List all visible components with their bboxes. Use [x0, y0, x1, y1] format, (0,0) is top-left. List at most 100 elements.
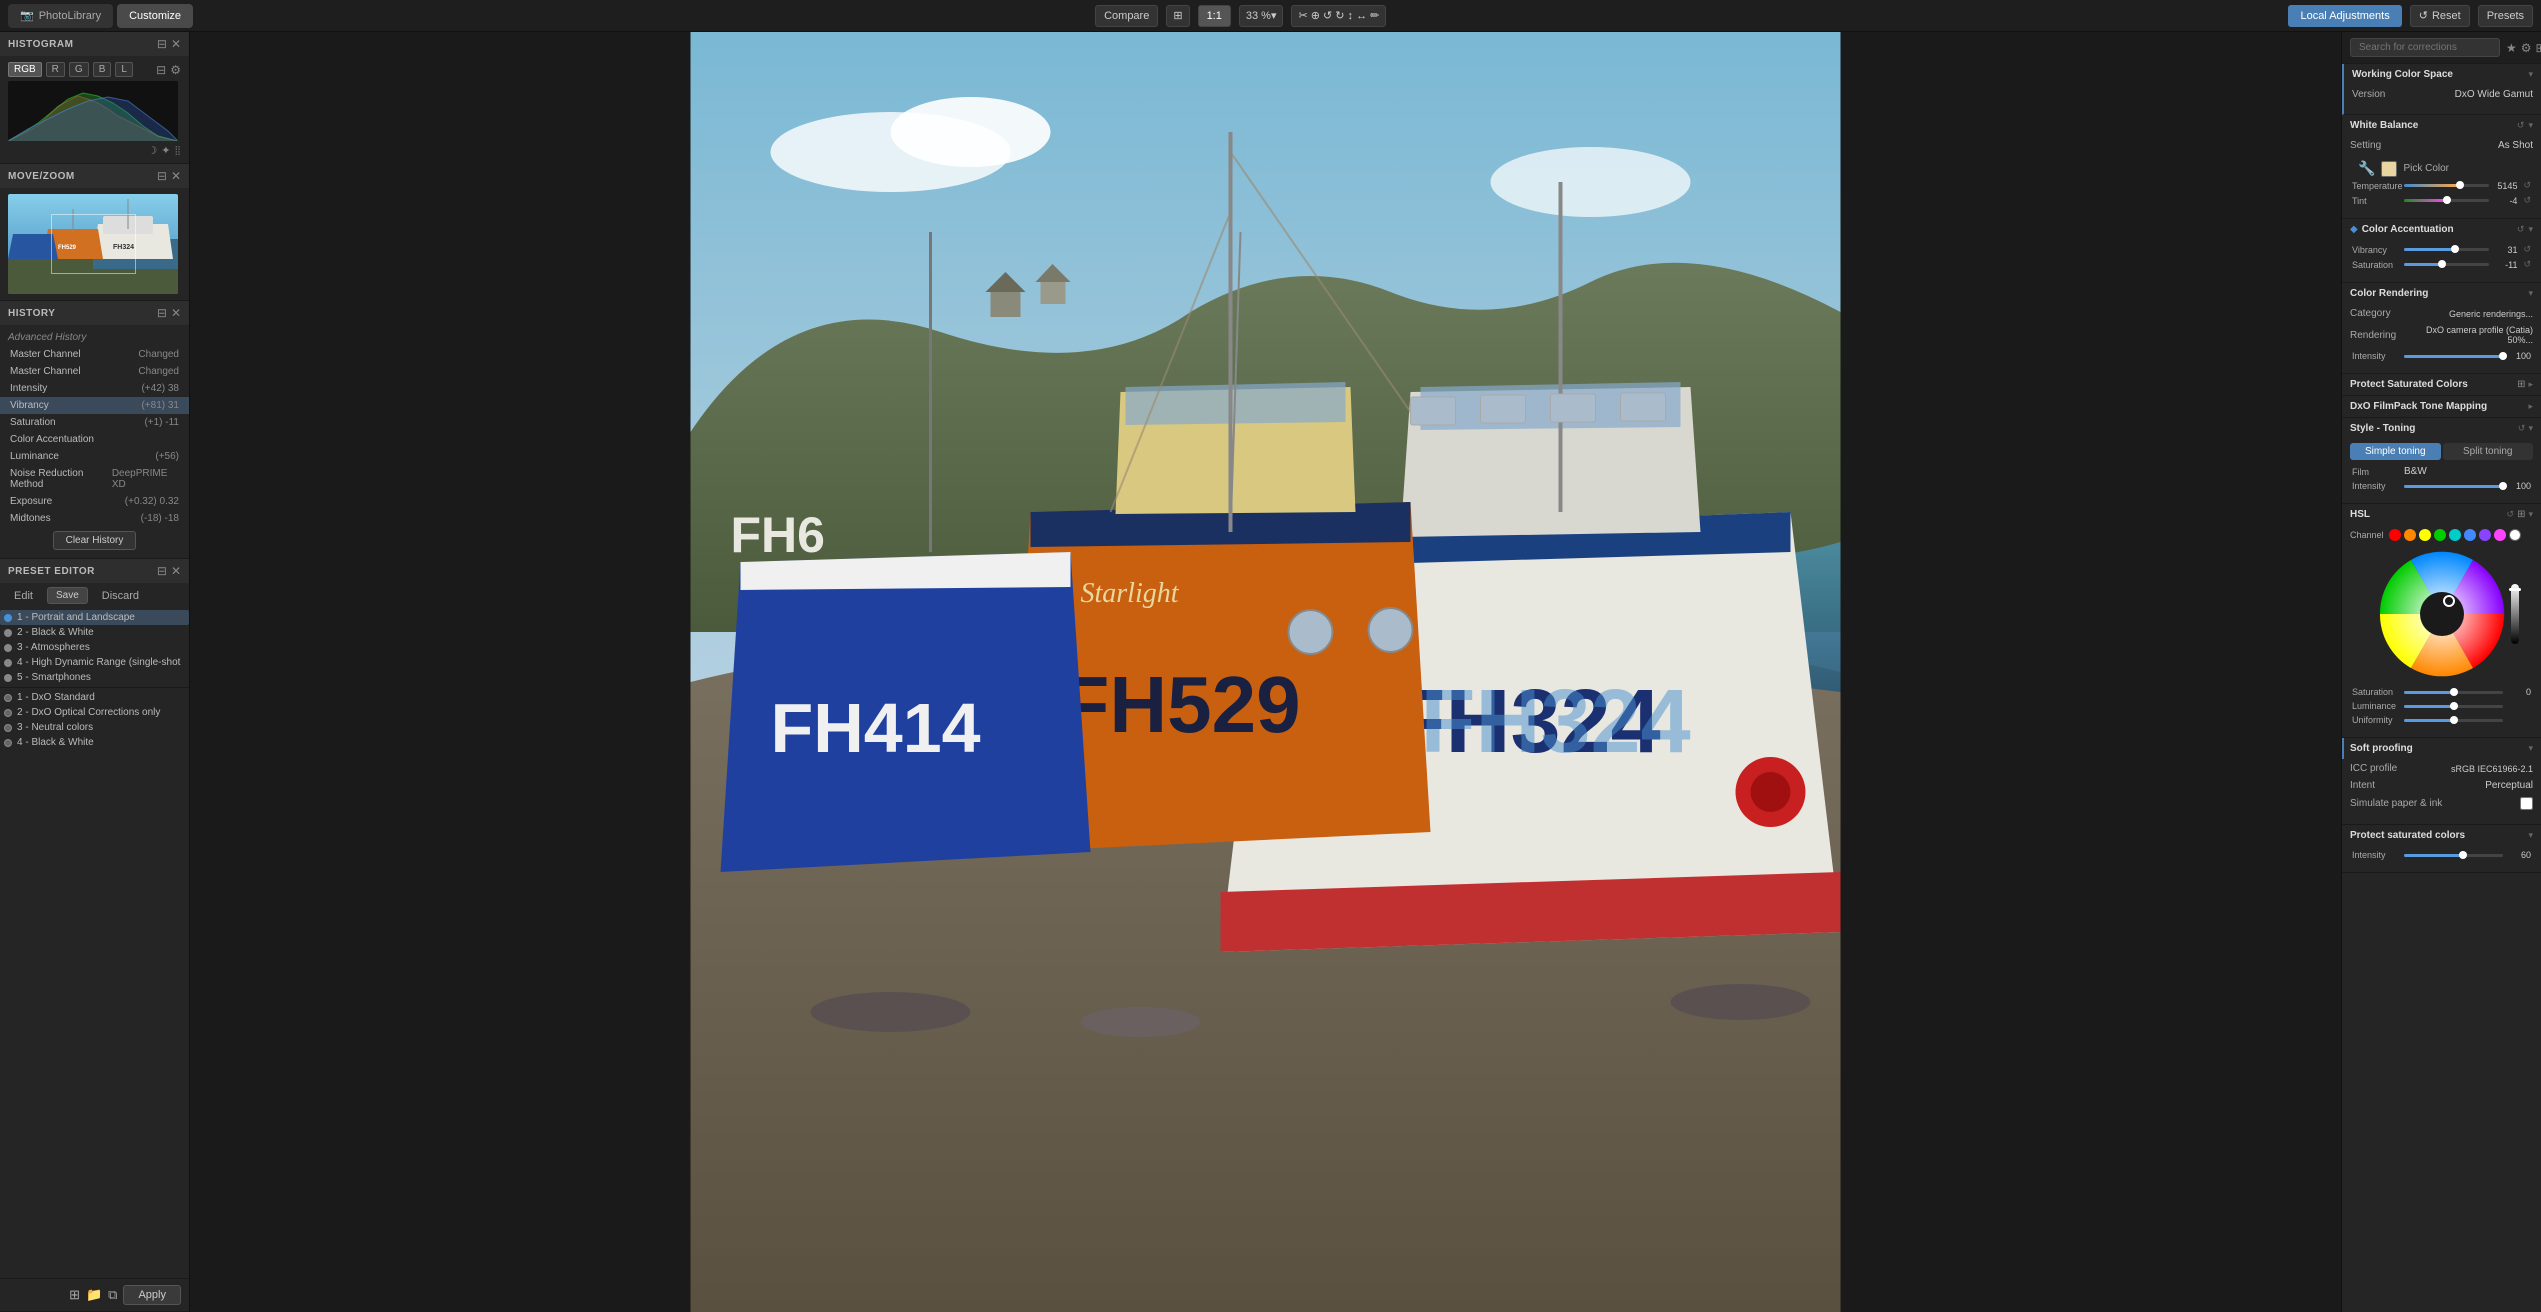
simulate-checkbox[interactable] [2520, 797, 2533, 810]
st-reset-icon[interactable]: ↺ [2518, 423, 2526, 434]
preset-add-icon[interactable]: ⊞ [69, 1287, 80, 1303]
color-wheel-container[interactable] [2350, 549, 2533, 679]
hsl-collapse-icon[interactable]: ▾ [2528, 509, 2533, 520]
history-item[interactable]: Master Channel Changed [0, 363, 189, 380]
cr-collapse-icon[interactable]: ▾ [2528, 288, 2533, 299]
presets-btn[interactable]: Presets [2478, 5, 2533, 27]
history-item[interactable]: Color Accentuation [0, 431, 189, 448]
tint-reset-icon[interactable]: ↺ [2523, 195, 2531, 206]
history-header[interactable]: HISTORY ⊟ ✕ [0, 301, 189, 325]
hsl-uniformity-slider[interactable] [2404, 719, 2503, 722]
apply-button[interactable]: Apply [123, 1285, 181, 1305]
ps-collapse-icon[interactable]: ▸ [2528, 379, 2533, 390]
wcs-collapse-icon[interactable]: ▾ [2528, 69, 2533, 80]
channel-g-btn[interactable]: G [69, 62, 89, 77]
preset-edit-btn[interactable]: Edit [8, 588, 39, 604]
compare-btn[interactable]: Compare [1095, 5, 1158, 27]
preset-save-btn[interactable]: Save [47, 587, 88, 604]
tint-slider[interactable] [2404, 199, 2489, 202]
filmpack-header[interactable]: DxO FilmPack Tone Mapping ▸ [2342, 396, 2541, 417]
move-zoom-header[interactable]: MOVE/ZOOM ⊟ ✕ [0, 164, 189, 188]
preset-sub-3[interactable]: 3 - Neutral colors [0, 720, 189, 735]
history-item[interactable]: Saturation (+1) -11 [0, 414, 189, 431]
histogram-options-icon[interactable]: ⊟ [157, 37, 167, 51]
channel-green-dot[interactable] [2434, 529, 2446, 541]
color-accentuation-header[interactable]: ◆ Color Accentuation ↺ ▾ [2342, 219, 2541, 240]
ca-reset-icon[interactable]: ↺ [2517, 224, 2525, 235]
layout-icon[interactable]: ⊞ [2536, 41, 2541, 55]
st-collapse-icon[interactable]: ▾ [2528, 423, 2533, 434]
wb-collapse-icon[interactable]: ▾ [2528, 120, 2533, 131]
move-zoom-options-icon[interactable]: ⊟ [157, 169, 167, 183]
wb-reset-icon[interactable]: ↺ [2517, 120, 2525, 131]
preset-copy-icon[interactable]: ⧉ [108, 1287, 117, 1303]
preset-sub-1[interactable]: 1 - DxO Standard [0, 690, 189, 705]
ratio-btn[interactable]: 1:1 [1198, 5, 1231, 27]
preset-sub-4[interactable]: 4 - Black & White [0, 735, 189, 750]
preset-folder-icon[interactable]: 📁 [86, 1287, 102, 1303]
protect-saturated-header[interactable]: Protect Saturated Colors ⊞ ▸ [2342, 374, 2541, 395]
reset-btn[interactable]: ↺ Reset [2410, 5, 2470, 27]
hsl-reset-icon[interactable]: ↺ [2507, 509, 2515, 520]
search-corrections-input[interactable] [2350, 38, 2500, 57]
histogram-view-icon[interactable]: ⊟ [156, 63, 166, 77]
channel-purple-dot[interactable] [2479, 529, 2491, 541]
white-balance-header[interactable]: White Balance ↺ ▾ [2342, 115, 2541, 136]
ca-collapse-icon[interactable]: ▾ [2528, 224, 2533, 235]
style-toning-header[interactable]: Style - Toning ↺ ▾ [2342, 418, 2541, 439]
star-icon[interactable]: ★ [2506, 41, 2517, 55]
preset-options-icon[interactable]: ⊟ [157, 564, 167, 578]
history-item[interactable]: Midtones (-18) -18 [0, 510, 189, 527]
channel-blue-dot[interactable] [2464, 529, 2476, 541]
channel-cyan-dot[interactable] [2449, 529, 2461, 541]
preset-item-smartphone[interactable]: 5 - Smartphones [0, 670, 189, 685]
brightness-slider[interactable] [2511, 584, 2519, 644]
vibrancy-slider[interactable] [2404, 248, 2489, 251]
sp-collapse-icon[interactable]: ▾ [2528, 743, 2533, 754]
history-options-icon[interactable]: ⊟ [157, 306, 167, 320]
saturation-slider[interactable] [2404, 263, 2489, 266]
color-swatch[interactable] [2381, 161, 2397, 177]
channel-rgb-btn[interactable]: RGB [8, 62, 42, 77]
ps2-intensity-slider[interactable] [2404, 854, 2503, 857]
clear-history-button[interactable]: Clear History [53, 531, 137, 550]
history-list[interactable]: Master Channel Changed Master Channel Ch… [0, 346, 189, 527]
temperature-slider[interactable] [2404, 184, 2489, 187]
customize-tab[interactable]: Customize [117, 4, 193, 28]
temp-reset-icon[interactable]: ↺ [2523, 180, 2531, 191]
channel-orange-dot[interactable] [2404, 529, 2416, 541]
sat-reset-icon[interactable]: ↺ [2523, 259, 2531, 270]
image-viewer[interactable]: FH324 FH324 FH529 FH414 Starlight [190, 32, 2341, 1312]
hsl-expand-icon[interactable]: ⊞ [2517, 509, 2525, 520]
preset-item-portrait[interactable]: 1 - Portrait and Landscape [0, 610, 189, 625]
simple-toning-tab[interactable]: Simple toning [2350, 443, 2441, 460]
ps2-collapse-icon[interactable]: ▾ [2528, 830, 2533, 841]
history-item[interactable]: Exposure (+0.32) 0.32 [0, 493, 189, 510]
fp-collapse-icon[interactable]: ▸ [2528, 401, 2533, 412]
protect-saturated2-header[interactable]: Protect saturated colors ▾ [2342, 825, 2541, 846]
preset-item-hdr[interactable]: 4 - High Dynamic Range (single-shot [0, 655, 189, 670]
hsl-header[interactable]: HSL ↺ ⊞ ▾ [2342, 504, 2541, 525]
histogram-settings-icon[interactable]: ⚙ [170, 63, 181, 77]
history-item-vibrancy[interactable]: Vibrancy (+81) 31 [0, 397, 189, 414]
preset-item-atmo[interactable]: 3 - Atmospheres [0, 640, 189, 655]
hsl-luminance-slider[interactable] [2404, 705, 2503, 708]
vib-reset-icon[interactable]: ↺ [2523, 244, 2531, 255]
history-close-icon[interactable]: ✕ [171, 306, 181, 320]
history-item[interactable]: Noise Reduction Method DeepPRIME XD [0, 465, 189, 493]
channel-white-dot[interactable] [2509, 529, 2521, 541]
local-adjustments-btn[interactable]: Local Adjustments [2288, 5, 2401, 27]
channel-b-btn[interactable]: B [93, 62, 112, 77]
history-item[interactable]: Master Channel Changed [0, 346, 189, 363]
split-toning-tab[interactable]: Split toning [2443, 443, 2534, 460]
working-color-space-header[interactable]: Working Color Space ▾ [2344, 64, 2541, 85]
eyedropper-icon[interactable]: 🔧 [2358, 160, 2375, 177]
st-intensity-slider[interactable] [2404, 485, 2503, 488]
channel-red-dot[interactable] [2389, 529, 2401, 541]
histogram-star-icon[interactable]: ✦ [161, 144, 170, 157]
history-item[interactable]: Intensity (+42) 38 [0, 380, 189, 397]
settings-icon[interactable]: ⚙ [2521, 41, 2532, 55]
photo-library-tab[interactable]: 📷 PhotoLibrary [8, 4, 113, 28]
channel-l-btn[interactable]: L [115, 62, 133, 77]
channel-magenta-dot[interactable] [2494, 529, 2506, 541]
